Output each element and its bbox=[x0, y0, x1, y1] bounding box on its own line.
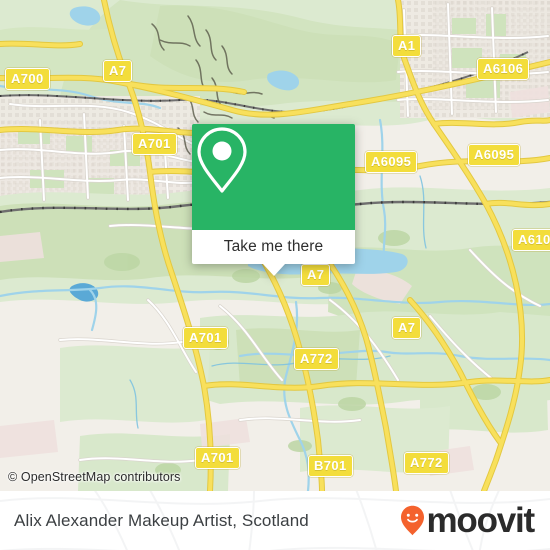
moovit-logo[interactable]: moovit bbox=[400, 491, 535, 550]
road-shield: A6095 bbox=[365, 151, 418, 173]
take-me-there-label: Take me there bbox=[223, 238, 324, 255]
road-shield: A1 bbox=[392, 35, 422, 57]
road-shield: A7 bbox=[392, 317, 422, 339]
place-name: Alix Alexander Makeup Artist, Scotland bbox=[14, 510, 309, 530]
road-shield: A6095 bbox=[468, 144, 521, 166]
map-attribution[interactable]: © OpenStreetMap contributors bbox=[8, 470, 181, 484]
road-shield: A6106 bbox=[477, 58, 530, 80]
callout-pointer-tail bbox=[262, 264, 285, 276]
map-canvas[interactable]: A700 A7 A1 A6106 A701 A6095 A6095 A6106 … bbox=[0, 0, 550, 491]
page-footer: Alix Alexander Makeup Artist, Scotland m… bbox=[0, 491, 550, 550]
moovit-wordmark: moovit bbox=[426, 501, 535, 540]
road-shield: A7 bbox=[301, 264, 331, 286]
moovit-pin-icon bbox=[401, 505, 425, 536]
road-shield: A701 bbox=[132, 133, 177, 155]
callout-action-bar[interactable]: Take me there bbox=[192, 230, 355, 276]
road-shield: A7 bbox=[103, 60, 133, 82]
callout-icon-area bbox=[192, 124, 355, 230]
road-shield: A700 bbox=[5, 68, 50, 90]
road-shield: B701 bbox=[308, 455, 353, 477]
road-shield: A701 bbox=[183, 327, 228, 349]
road-shield: A701 bbox=[195, 447, 240, 469]
location-callout[interactable]: Take me there bbox=[192, 124, 355, 276]
moovit-map-page: A700 A7 A1 A6106 A701 A6095 A6095 A6106 … bbox=[0, 0, 550, 550]
road-shield: A772 bbox=[294, 348, 339, 370]
map-pin-icon bbox=[197, 127, 247, 193]
road-shield: A6106 bbox=[512, 229, 550, 251]
road-shield: A772 bbox=[404, 452, 449, 474]
